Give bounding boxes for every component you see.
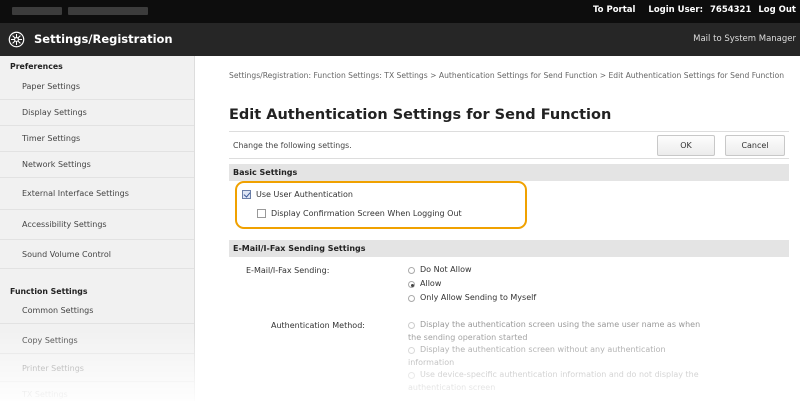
sidebar-item-external-interface-settings[interactable]: External Interface Settings xyxy=(0,178,194,210)
cancel-button[interactable]: Cancel xyxy=(725,135,785,156)
radio-allow[interactable] xyxy=(408,281,415,288)
top-bar: To Portal Login User: 7654321 Log Out xyxy=(0,0,800,23)
login-user-id: 7654321 xyxy=(709,5,752,15)
sidebar: Preferences Paper Settings Display Setti… xyxy=(0,56,195,401)
login-user-label: Login User: xyxy=(648,5,704,15)
page-header-title: Settings/Registration xyxy=(34,32,173,46)
radio-auth-without-info-label-line1: Display the authentication screen withou… xyxy=(420,345,666,354)
sidebar-item-timer-settings[interactable]: Timer Settings xyxy=(0,126,194,152)
radio-auth-same-user-label-line2: the sending operation started xyxy=(408,333,528,342)
change-settings-row: Change the following settings. OK Cancel xyxy=(229,131,789,159)
sidebar-heading-preferences: Preferences xyxy=(10,62,63,71)
sidebar-item-copy-settings[interactable]: Copy Settings xyxy=(0,328,194,354)
sidebar-item-display-settings[interactable]: Display Settings xyxy=(0,100,194,126)
sidebar-item-common-settings[interactable]: Common Settings xyxy=(0,298,194,324)
radio-auth-device-specific-label-line2: authentication screen xyxy=(408,383,496,392)
radio-allow-label: Allow xyxy=(420,279,442,288)
radio-auth-device-specific-label-line1: Use device-specific authentication infor… xyxy=(420,370,699,379)
radio-do-not-allow-label: Do Not Allow xyxy=(420,265,472,274)
sidebar-heading-function-settings: Function Settings xyxy=(10,287,88,296)
device-name-block xyxy=(12,7,62,15)
sidebar-item-paper-settings[interactable]: Paper Settings xyxy=(0,74,194,100)
sidebar-item-sound-volume-control[interactable]: Sound Volume Control xyxy=(0,240,194,269)
radio-only-allow-sending-to-myself-label: Only Allow Sending to Myself xyxy=(420,293,537,302)
settings-gear-icon xyxy=(8,31,25,48)
authentication-method-label: Authentication Method: xyxy=(271,321,365,330)
radio-auth-without-info-label-line2: information xyxy=(408,358,455,367)
section-email-ifax-sending: E-Mail/I-Fax Sending Settings xyxy=(229,240,789,257)
mail-to-system-manager-link[interactable]: Mail to System Manager xyxy=(693,34,796,44)
radio-auth-same-user-label-line1: Display the authentication screen using … xyxy=(420,320,701,329)
sidebar-item-printer-settings[interactable]: Printer Settings xyxy=(0,356,194,382)
section-basic-settings: Basic Settings xyxy=(229,164,789,181)
radio-do-not-allow[interactable] xyxy=(408,267,415,274)
page-title: Edit Authentication Settings for Send Fu… xyxy=(229,107,612,123)
device-model-block xyxy=(68,7,148,15)
highlight-frame xyxy=(235,181,527,229)
radio-auth-device-specific[interactable] xyxy=(408,372,415,379)
radio-only-allow-sending-to-myself[interactable] xyxy=(408,295,415,302)
top-bar-right: To Portal Login User: 7654321 Log Out xyxy=(583,5,796,15)
radio-auth-without-info[interactable] xyxy=(408,347,415,354)
to-portal-link[interactable]: To Portal xyxy=(593,5,635,15)
change-settings-label: Change the following settings. xyxy=(233,141,352,150)
sidebar-item-tx-settings[interactable]: TX Settings xyxy=(0,382,194,401)
device-name-placeholder xyxy=(12,7,148,15)
sidebar-item-accessibility-settings[interactable]: Accessibility Settings xyxy=(0,210,194,240)
main-content: Settings/Registration: Function Settings… xyxy=(195,56,800,401)
radio-auth-same-user[interactable] xyxy=(408,322,415,329)
ok-button[interactable]: OK xyxy=(657,135,715,156)
breadcrumb: Settings/Registration: Function Settings… xyxy=(229,71,785,80)
email-ifax-sending-label: E-Mail/I-Fax Sending: xyxy=(246,266,330,275)
sidebar-item-network-settings[interactable]: Network Settings xyxy=(0,152,194,178)
header-bar: Settings/Registration Mail to System Man… xyxy=(0,23,800,56)
logout-link[interactable]: Log Out xyxy=(758,5,796,15)
